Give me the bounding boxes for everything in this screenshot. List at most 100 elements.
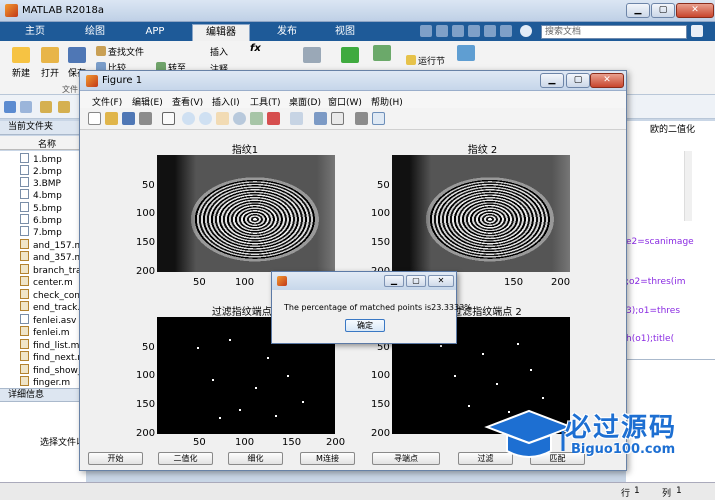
new-figure-icon[interactable] — [88, 112, 101, 125]
back-icon[interactable] — [4, 101, 16, 113]
menu-view[interactable]: 查看(V) — [172, 95, 203, 108]
help-icon[interactable] — [520, 25, 532, 37]
list-item[interactable]: 7.bmp — [20, 226, 62, 238]
x-tick-label: 50 — [193, 437, 206, 448]
run-time-button[interactable] — [456, 45, 476, 64]
show-plot-tools-icon[interactable] — [372, 112, 385, 125]
editor-scrollbar[interactable] — [684, 151, 692, 221]
menu-edit[interactable]: 编辑(E) — [132, 95, 163, 108]
tab-view[interactable]: 视图 — [320, 24, 370, 41]
image-file-icon — [20, 226, 29, 236]
tab-plots[interactable]: 绘图 — [70, 24, 120, 41]
zoom-out-icon[interactable] — [199, 112, 212, 125]
y-tick-label: 50 — [377, 180, 390, 191]
folder-up-icon[interactable] — [40, 101, 52, 113]
copy-icon[interactable] — [468, 25, 480, 37]
zoom-in-icon[interactable] — [182, 112, 195, 125]
rotate-icon[interactable] — [233, 112, 246, 125]
quick-save-icon[interactable] — [436, 25, 448, 37]
find-files-button[interactable]: 查找文件 — [96, 45, 144, 58]
breakpoints-button[interactable] — [302, 47, 322, 66]
list-item[interactable]: center.m — [20, 276, 73, 288]
dialog-maximize-button[interactable]: ▢ — [406, 275, 426, 287]
dialog-minimize-button[interactable]: ▁ — [384, 275, 404, 287]
menu-help[interactable]: 帮助(H) — [371, 95, 403, 108]
forward-icon[interactable] — [20, 101, 32, 113]
list-item[interactable]: find_show_ — [20, 364, 82, 376]
find-endpoints-button[interactable]: 寻端点 — [372, 452, 440, 465]
m-file-icon — [20, 301, 29, 311]
browse-folder-icon[interactable] — [58, 101, 70, 113]
list-item[interactable]: 6.bmp — [20, 214, 62, 226]
start-button[interactable]: 开始 — [88, 452, 143, 465]
brush-icon[interactable] — [267, 112, 280, 125]
binarize-button[interactable]: 二值化 — [158, 452, 213, 465]
list-item[interactable]: finger.m — [20, 376, 70, 388]
list-item[interactable]: check_condi — [20, 289, 88, 301]
figure-minimize-button[interactable]: ▁ — [540, 73, 564, 88]
redo-icon[interactable] — [500, 25, 512, 37]
m-file-icon — [20, 264, 29, 274]
save-figure-icon[interactable] — [122, 112, 135, 125]
watermark: 必过源码 Biguo100.com — [483, 405, 715, 485]
open-button[interactable]: 打开 — [38, 47, 62, 79]
quick-access-icon[interactable] — [420, 25, 432, 37]
menu-file[interactable]: 文件(F) — [92, 95, 122, 108]
list-item[interactable]: fenlei.asv — [20, 314, 76, 326]
m-file-icon — [20, 289, 29, 299]
watermark-url: Biguo100.com — [571, 442, 676, 457]
run-section-button[interactable]: 运行节 — [406, 54, 445, 67]
new-button[interactable]: 新建 — [8, 47, 34, 79]
tab-apps[interactable]: APP — [130, 24, 180, 41]
menu-window[interactable]: 窗口(W) — [328, 95, 362, 108]
legend-icon[interactable] — [331, 112, 344, 125]
fx-button[interactable]: fx — [250, 43, 261, 54]
list-item[interactable]: 3.BMP — [20, 177, 61, 189]
open-file-icon[interactable] — [105, 112, 118, 125]
list-item[interactable]: 5.bmp — [20, 202, 62, 214]
cut-icon[interactable] — [452, 25, 464, 37]
dialog-close-button[interactable]: ✕ — [428, 275, 454, 287]
run-button[interactable] — [340, 47, 360, 66]
maximize-button[interactable]: ▢ — [651, 3, 675, 18]
data-cursor-icon[interactable] — [250, 112, 263, 125]
list-item[interactable]: find_list.m — [20, 339, 79, 351]
list-item[interactable]: and_157.m — [20, 239, 83, 251]
undo-icon[interactable] — [484, 25, 496, 37]
menu-desktop[interactable]: 桌面(D) — [289, 95, 321, 108]
menu-insert[interactable]: 插入(I) — [212, 95, 240, 108]
list-item[interactable]: 2.bmp — [20, 165, 62, 177]
m-file-icon — [20, 376, 29, 386]
figure-close-button[interactable]: ✕ — [590, 73, 624, 88]
print-icon[interactable] — [139, 112, 152, 125]
colorbar-icon[interactable] — [314, 112, 327, 125]
tab-home[interactable]: 主页 — [10, 24, 60, 41]
name-column-header[interactable]: 名称 — [0, 136, 86, 150]
list-item[interactable]: 1.bmp — [20, 153, 62, 165]
list-item[interactable]: fenlei.m — [20, 326, 70, 338]
list-item[interactable]: and_357.m — [20, 251, 83, 263]
image-file-icon — [20, 202, 29, 212]
tab-editor[interactable]: 编辑器 — [192, 24, 250, 41]
hide-plot-tools-icon[interactable] — [355, 112, 368, 125]
image-file-icon — [20, 189, 29, 199]
filter-icon[interactable] — [691, 25, 703, 37]
ok-button[interactable]: 确定 — [345, 319, 385, 332]
menu-tools[interactable]: 工具(T) — [250, 95, 281, 108]
editor-panel[interactable]: 欧的二值化 e2=scanimage ;o2=thres(im 3);o1=th… — [626, 121, 715, 359]
link-plot-icon[interactable] — [290, 112, 303, 125]
m-connect-button[interactable]: M连接 — [300, 452, 355, 465]
list-item[interactable]: 4.bmp — [20, 189, 62, 201]
list-item[interactable]: find_next.m — [20, 351, 86, 363]
y-tick-label: 200 — [136, 428, 156, 439]
run-advance-button[interactable] — [372, 45, 392, 64]
close-button[interactable]: ✕ — [676, 3, 714, 18]
insert-button[interactable]: 插入 — [210, 45, 228, 58]
search-input[interactable]: 搜索文档 — [541, 25, 687, 39]
tab-publish[interactable]: 发布 — [262, 24, 312, 41]
thinning-button[interactable]: 细化 — [228, 452, 283, 465]
minimize-button[interactable]: ▁ — [626, 3, 650, 18]
pan-icon[interactable] — [216, 112, 229, 125]
figure-maximize-button[interactable]: ▢ — [566, 73, 590, 88]
pointer-icon[interactable] — [162, 112, 175, 125]
